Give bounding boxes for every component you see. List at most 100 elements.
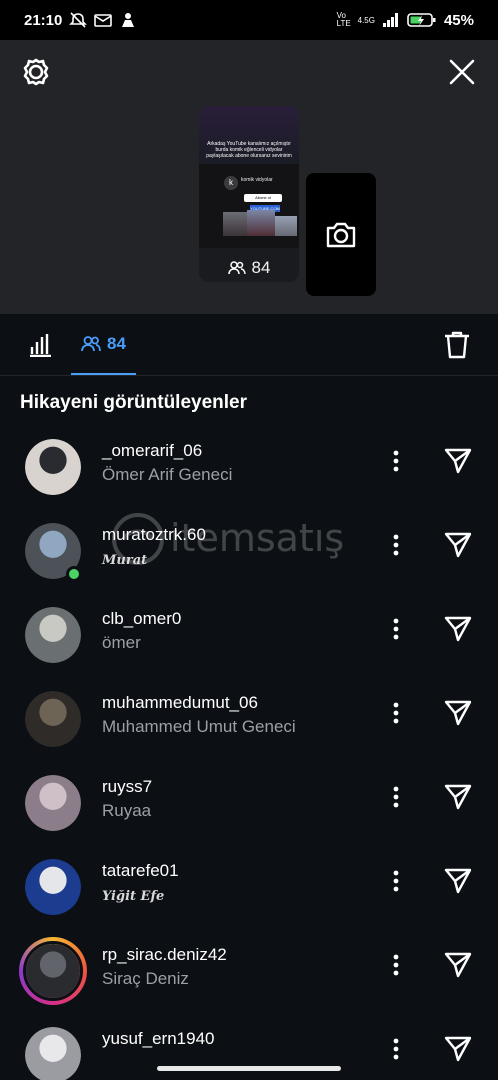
status-right: Vo LTE 4.5G 45%	[337, 12, 474, 29]
send-icon	[444, 1036, 472, 1062]
more-vertical-icon	[393, 1038, 399, 1060]
delete-story-button[interactable]	[436, 324, 478, 366]
viewer-row[interactable]: clb_omer0 ömer	[0, 595, 498, 679]
more-vertical-icon	[393, 870, 399, 892]
more-vertical-icon	[393, 534, 399, 556]
tab-viewers[interactable]: 84	[71, 314, 136, 375]
tab-viewers-count: 84	[107, 333, 126, 353]
thumbnail-caption: Arkadaş YouTube kanalımız açılmıştır bur…	[206, 141, 292, 159]
avatar[interactable]	[25, 775, 81, 831]
avatar[interactable]	[25, 607, 81, 663]
signal-icon	[382, 13, 398, 27]
send-message-button[interactable]	[438, 693, 478, 733]
viewer-username[interactable]: clb_omer0	[102, 609, 181, 629]
send-icon	[444, 952, 472, 978]
avatar[interactable]	[25, 691, 81, 747]
home-indicator[interactable]	[157, 1066, 341, 1071]
viewer-username[interactable]: yusuf_ern1940	[102, 1029, 214, 1049]
viewer-row[interactable]: muratoztrk.60 Murat	[0, 511, 498, 595]
bar-chart-icon	[30, 334, 51, 357]
viewer-full-name: Siraç Deniz	[102, 969, 189, 988]
avatar[interactable]	[19, 937, 87, 1005]
viewer-full-name: Ruyaa	[102, 801, 152, 820]
more-options-button[interactable]	[382, 781, 410, 813]
more-vertical-icon	[393, 618, 399, 640]
viewer-full-name: Ömer Arif Geneci	[102, 465, 233, 484]
status-time: 21:10	[24, 11, 63, 29]
more-vertical-icon	[393, 450, 399, 472]
viewer-full-name: Yiğit Efe	[102, 889, 165, 904]
send-icon	[444, 784, 472, 810]
viewer-username[interactable]: ruyss7	[102, 777, 152, 797]
settings-button[interactable]	[16, 52, 56, 92]
viewer-row[interactable]: tatarefe01 Yiğit Efe	[0, 847, 498, 931]
mute-notification-icon	[69, 12, 88, 28]
send-icon	[444, 532, 472, 558]
more-options-button[interactable]	[382, 529, 410, 561]
viewer-username[interactable]: muratoztrk.60	[102, 525, 206, 545]
add-story-button[interactable]	[306, 173, 376, 296]
send-message-button[interactable]	[438, 609, 478, 649]
avatar[interactable]	[25, 1027, 81, 1080]
close-icon	[449, 59, 475, 85]
story-view-count-value: 84	[251, 258, 271, 277]
battery-charging-icon	[407, 13, 436, 27]
send-icon	[444, 448, 472, 474]
more-vertical-icon	[393, 786, 399, 808]
send-icon	[444, 868, 472, 894]
status-bar: 21:10 Vo LTE 4.5G 45%	[0, 0, 498, 40]
volte-indicator: Vo LTE	[336, 11, 351, 28]
story-view-count: 84	[199, 258, 299, 278]
close-button[interactable]	[442, 52, 482, 92]
battery-level: 45%	[443, 11, 474, 29]
send-message-button[interactable]	[438, 441, 478, 481]
status-left: 21:10	[24, 12, 137, 29]
viewer-full-name: Murat	[102, 553, 148, 568]
thumbnail-channel-name: komik vidyolar	[241, 177, 273, 183]
more-options-button[interactable]	[382, 613, 410, 645]
avatar[interactable]	[25, 439, 81, 495]
trash-icon	[445, 331, 469, 359]
avatar[interactable]	[25, 859, 81, 915]
more-vertical-icon	[393, 702, 399, 724]
more-options-button[interactable]	[382, 445, 410, 477]
thumbnail-video-1	[223, 212, 247, 236]
viewers-icon	[81, 335, 101, 351]
send-message-button[interactable]	[438, 777, 478, 817]
gear-icon	[23, 58, 49, 86]
viewer-tabs: 84	[0, 314, 498, 376]
viewer-username[interactable]: rp_sirac.deniz42	[102, 945, 227, 965]
section-title: Hikayeni görüntüleyenler	[20, 392, 248, 413]
viewer-row[interactable]: muhammedumut_06 Muhammed Umut Geneci	[0, 679, 498, 763]
thumbnail-subscribe: Abone ol	[244, 194, 282, 202]
send-message-button[interactable]	[438, 945, 478, 985]
viewer-full-name: ömer	[102, 633, 141, 652]
camera-icon	[326, 222, 356, 247]
more-options-button[interactable]	[382, 1033, 410, 1065]
viewer-row[interactable]: _omerarif_06 Ömer Arif Geneci	[0, 427, 498, 511]
thumbnail-channel-avatar: k	[224, 176, 238, 190]
more-options-button[interactable]	[382, 865, 410, 897]
viewer-username[interactable]: tatarefe01	[102, 861, 179, 881]
send-icon	[444, 616, 472, 642]
viewer-username[interactable]: muhammedumut_06	[102, 693, 258, 713]
tab-insights[interactable]	[18, 324, 62, 366]
more-options-button[interactable]	[382, 949, 410, 981]
send-message-button[interactable]	[438, 525, 478, 565]
viewer-row[interactable]: ruyss7 Ruyaa	[0, 763, 498, 847]
story-thumbnail[interactable]: Arkadaş YouTube kanalımız açılmıştır bur…	[199, 106, 299, 282]
online-status-dot	[66, 566, 82, 582]
thumbnail-video-3	[275, 216, 297, 236]
viewer-username[interactable]: _omerarif_06	[102, 441, 202, 461]
send-icon	[444, 700, 472, 726]
more-options-button[interactable]	[382, 697, 410, 729]
story-preview-area: Arkadaş YouTube kanalımız açılmıştır bur…	[0, 40, 498, 314]
viewer-full-name: Muhammed Umut Geneci	[102, 717, 296, 736]
mail-icon	[94, 14, 113, 27]
thumbnail-video-2	[247, 210, 275, 236]
viewer-row[interactable]: rp_sirac.deniz42 Siraç Deniz	[0, 931, 498, 1015]
network-type: 4.5G	[357, 15, 375, 25]
send-message-button[interactable]	[438, 1029, 478, 1069]
user-app-icon	[122, 13, 135, 27]
send-message-button[interactable]	[438, 861, 478, 901]
